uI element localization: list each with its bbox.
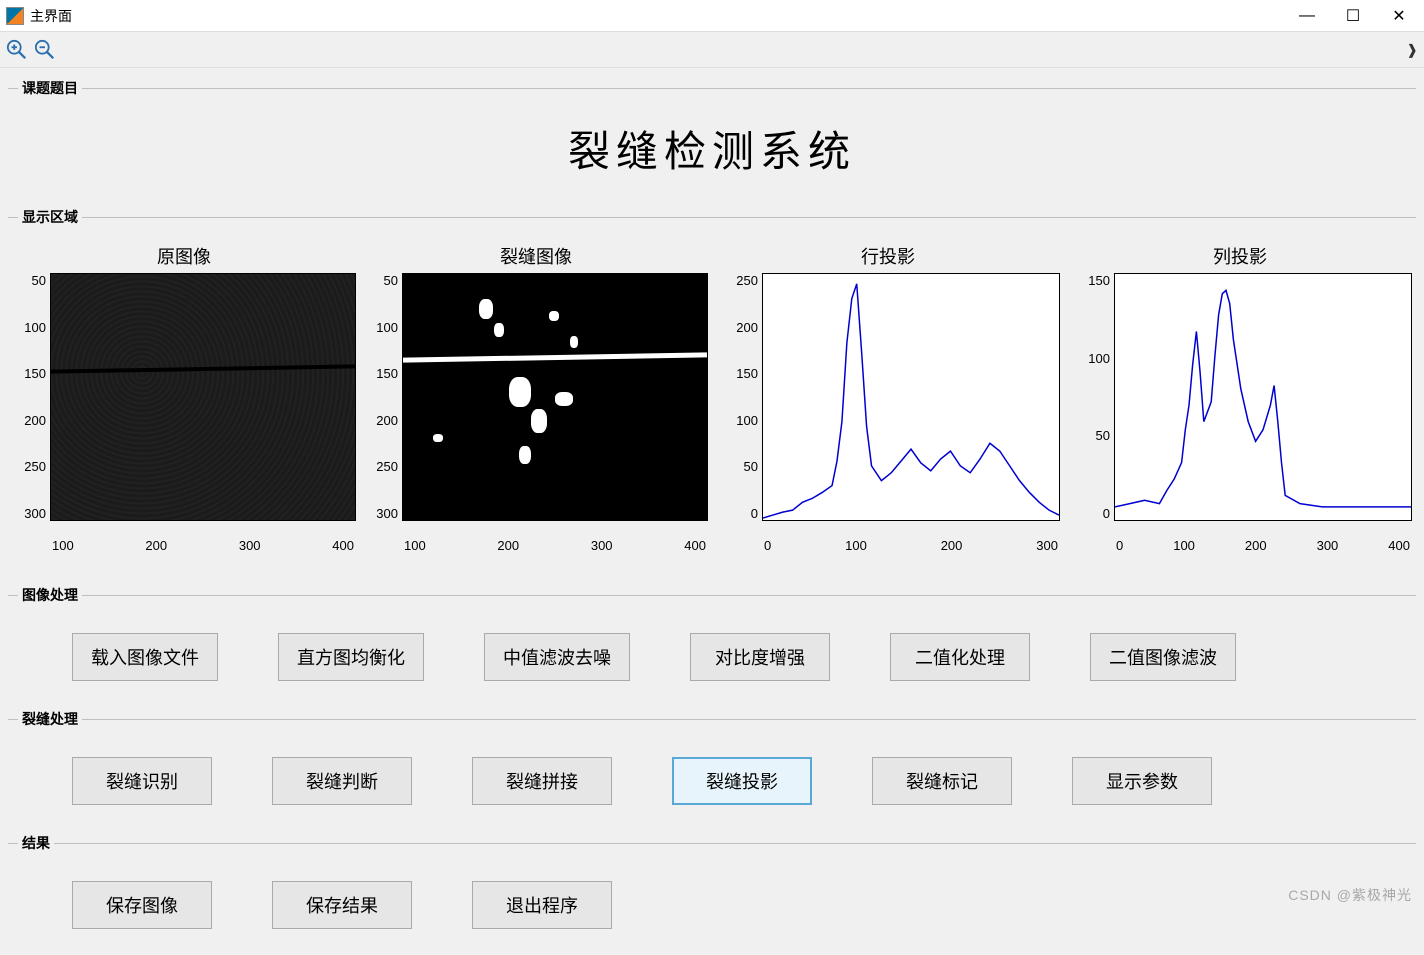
window-title: 主界面 <box>30 6 1284 26</box>
close-button[interactable]: ✕ <box>1376 1 1422 31</box>
minimize-button[interactable]: — <box>1284 1 1330 31</box>
zoom-out-icon[interactable] <box>34 39 56 61</box>
crackproc-panel: 裂缝处理 裂缝识别 裂缝判断 裂缝拼接 裂缝投影 裂缝标记 显示参数 <box>8 709 1416 823</box>
crackproc-legend: 裂缝处理 <box>18 709 82 729</box>
result-legend: 结果 <box>18 833 54 853</box>
chart-title-crack: 裂缝图像 <box>364 243 708 269</box>
toolbar-overflow-icon[interactable]: ❱ <box>1406 41 1418 58</box>
maximize-button[interactable]: ☐ <box>1330 1 1376 31</box>
toolbar: ❱ <box>0 32 1424 68</box>
contrast-enhance-button[interactable]: 对比度增强 <box>690 633 830 681</box>
histogram-eq-button[interactable]: 直方图均衡化 <box>278 633 424 681</box>
imgproc-panel: 图像处理 载入图像文件 直方图均衡化 中值滤波去噪 对比度增强 二值化处理 二值… <box>8 585 1416 699</box>
watermark-text: CSDN @紫极神光 <box>1288 885 1412 905</box>
save-image-button[interactable]: 保存图像 <box>72 881 212 929</box>
yaxis-row: 250200150100500 <box>716 273 762 521</box>
display-legend: 显示区域 <box>18 207 82 227</box>
xaxis-crack: 100200300400 <box>402 538 708 553</box>
chart-title-row: 行投影 <box>716 243 1060 269</box>
crack-judge-button[interactable]: 裂缝判断 <box>272 757 412 805</box>
titlebar: 主界面 — ☐ ✕ <box>0 0 1424 32</box>
plot-original-image[interactable] <box>50 273 356 521</box>
topic-legend: 课题题目 <box>18 78 82 98</box>
crack-stitch-button[interactable]: 裂缝拼接 <box>472 757 612 805</box>
xaxis-col: 0100200300400 <box>1114 538 1412 553</box>
plot-col-projection[interactable] <box>1114 273 1412 521</box>
xaxis-row: 0100200300 <box>762 538 1060 553</box>
zoom-in-icon[interactable] <box>6 39 28 61</box>
plot-crack-image[interactable] <box>402 273 708 521</box>
main-title: 裂缝检测系统 <box>12 106 1412 185</box>
chart-row-proj: 行投影 250200150100500 0100200300 <box>716 243 1060 563</box>
matlab-icon <box>6 7 24 25</box>
result-panel: 结果 保存图像 保存结果 退出程序 <box>8 833 1416 947</box>
chart-title-orig: 原图像 <box>12 243 356 269</box>
plot-row-projection[interactable] <box>762 273 1060 521</box>
binary-filter-button[interactable]: 二值图像滤波 <box>1090 633 1236 681</box>
chart-col-proj: 列投影 150100500 0100200300400 <box>1068 243 1412 563</box>
crack-project-button[interactable]: 裂缝投影 <box>672 757 812 805</box>
show-params-button[interactable]: 显示参数 <box>1072 757 1212 805</box>
crack-mark-button[interactable]: 裂缝标记 <box>872 757 1012 805</box>
chart-title-col: 列投影 <box>1068 243 1412 269</box>
median-filter-button[interactable]: 中值滤波去噪 <box>484 633 630 681</box>
exit-button[interactable]: 退出程序 <box>472 881 612 929</box>
display-panel: 显示区域 原图像 50100150200250300 100200300400 <box>8 207 1416 575</box>
save-result-button[interactable]: 保存结果 <box>272 881 412 929</box>
xaxis-orig: 100200300400 <box>50 538 356 553</box>
load-image-button[interactable]: 载入图像文件 <box>72 633 218 681</box>
imgproc-legend: 图像处理 <box>18 585 82 605</box>
yaxis-col: 150100500 <box>1068 273 1114 521</box>
chart-crack: 裂缝图像 50100150200250300 <box>364 243 708 563</box>
yaxis-orig: 50100150200250300 <box>12 273 50 521</box>
crack-identify-button[interactable]: 裂缝识别 <box>72 757 212 805</box>
window-controls: — ☐ ✕ <box>1284 1 1422 31</box>
yaxis-crack: 50100150200250300 <box>364 273 402 521</box>
binarize-button[interactable]: 二值化处理 <box>890 633 1030 681</box>
chart-original: 原图像 50100150200250300 100200300400 <box>12 243 356 563</box>
topic-panel: 课题题目 裂缝检测系统 <box>8 78 1416 197</box>
